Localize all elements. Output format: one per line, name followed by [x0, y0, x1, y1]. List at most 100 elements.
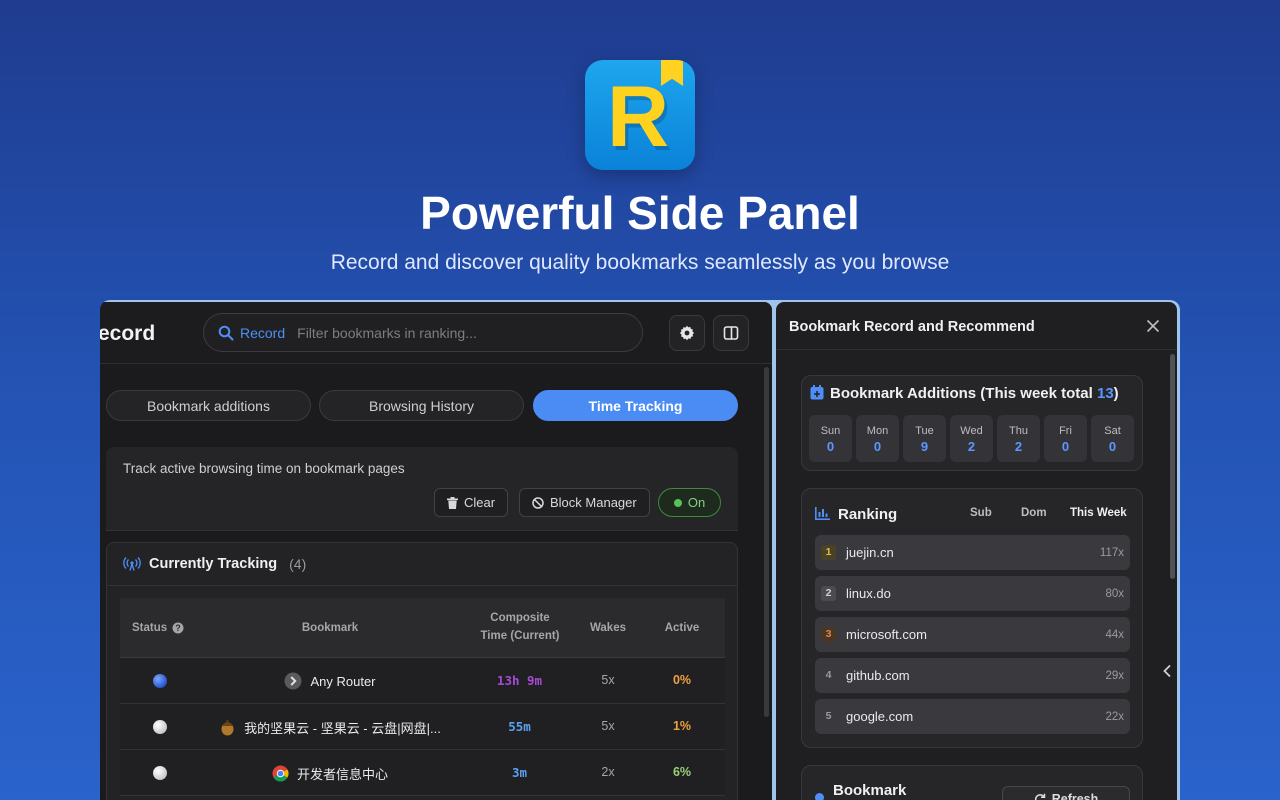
weekday-list: Sun 0 Mon 0 Tue 9 Wed 2 Thu 2 Fri 0 Sat 0	[809, 415, 1134, 462]
broadcast-icon	[123, 557, 141, 571]
day-sat: Sat 0	[1091, 415, 1134, 462]
ranking-count: 80x	[1105, 587, 1124, 600]
arrow-circle-icon	[284, 672, 302, 690]
additions-title: Bookmark Additions (This week total 13)	[830, 385, 1119, 402]
active-value: 0%	[672, 673, 692, 687]
ranking-count: 117x	[1099, 546, 1124, 559]
composite-time: 13h 9m	[496, 673, 543, 688]
side-panel-header: Bookmark Record and Recommend	[776, 302, 1177, 350]
day-fri: Fri 0	[1044, 415, 1087, 462]
search-icon	[218, 325, 234, 340]
refresh-icon	[1034, 793, 1045, 800]
tracking-description: Track active browsing time on bookmark p…	[123, 461, 405, 476]
ranking-item[interactable]: 3 microsoft.com 44x	[815, 617, 1130, 652]
ranking-tab-dom[interactable]: Dom	[1021, 507, 1047, 519]
clear-button[interactable]: Clear	[434, 488, 509, 517]
rank-badge: 1	[821, 545, 836, 560]
day-thu: Thu 2	[997, 415, 1040, 462]
status-active-dot	[153, 674, 167, 688]
chevron-left-icon[interactable]	[1162, 664, 1172, 678]
hero-title: Powerful Side Panel	[420, 187, 860, 239]
search-input[interactable]	[297, 324, 598, 341]
additions-total: 13	[1096, 385, 1114, 402]
screenshot-frame: ecord Record Filter bookmarks in ranking…	[100, 300, 1180, 800]
composite-time: 3m	[511, 765, 528, 780]
composite-time: 55m	[508, 719, 531, 734]
table-row[interactable]: 开发者信息中心 3m 2x 6%	[120, 750, 725, 796]
table-row[interactable]: Any Router 13h 9m 5x 0%	[120, 658, 725, 704]
rank-badge: 3	[821, 627, 836, 642]
main-scrollbar[interactable]	[764, 367, 769, 717]
settings-button[interactable]	[669, 315, 705, 351]
search-scope-label[interactable]: Record	[240, 325, 285, 341]
block-icon	[532, 496, 544, 509]
main-panel: ecord Record Filter bookmarks in ranking…	[100, 302, 772, 800]
ranking-domain: google.com	[846, 709, 914, 724]
ranking-tab-this-week[interactable]: This Week	[1070, 507, 1127, 519]
active-value: 6%	[672, 765, 692, 779]
bookmark-name[interactable]: Any Router	[310, 674, 375, 689]
bookmark-name[interactable]: 开发者信息中心	[297, 764, 388, 783]
calendar-plus-icon	[810, 385, 824, 400]
ranking-count: 44x	[1105, 628, 1124, 641]
block-manager-label: Block Manager	[550, 495, 637, 510]
tab-bookmark-additions[interactable]: Bookmark additions	[106, 390, 311, 421]
trash-icon	[447, 496, 458, 509]
search-box[interactable]: Record	[203, 313, 643, 352]
clear-label: Clear	[464, 495, 496, 510]
close-icon[interactable]	[1146, 319, 1160, 333]
day-mon: Mon 0	[856, 415, 899, 462]
ranking-title: Ranking	[838, 506, 898, 523]
side-panel-scrollbar[interactable]	[1170, 354, 1175, 579]
side-panel-title: Bookmark Record and Recommend	[789, 319, 1035, 335]
side-panel-toggle-button[interactable]	[713, 315, 749, 351]
tracking-controls: Track active browsing time on bookmark p…	[106, 447, 738, 531]
ranking-item[interactable]: 2 linux.do 80x	[815, 576, 1130, 611]
hero-subtitle: Record and discover quality bookmarks se…	[330, 251, 950, 274]
day-wed: Wed 2	[950, 415, 993, 462]
table-row[interactable]: 我的坚果云 - 坚果云 - 云盘|网盘|... 55m 5x 1%	[120, 704, 725, 750]
recommend-title: Bookmark	[833, 782, 907, 799]
status-idle-dot	[153, 720, 167, 734]
toggle-label: On	[687, 495, 706, 510]
ranking-tab-sub[interactable]: Sub	[970, 507, 992, 519]
tab-browsing-history[interactable]: Browsing History	[319, 390, 524, 421]
recommend-dot-icon	[815, 793, 824, 800]
ranking-item[interactable]: 5 google.com 22x	[815, 699, 1130, 734]
col-wakes: Wakes	[589, 622, 626, 634]
tracking-toggle[interactable]: On	[658, 488, 721, 517]
nut-icon	[221, 720, 234, 736]
wakes-value: 5x	[601, 673, 615, 687]
tracking-table: Status ? Bookmark Composite Time (Curren…	[120, 598, 725, 796]
app-icon: R	[585, 60, 695, 170]
help-icon[interactable]: ?	[172, 622, 184, 634]
gear-icon	[679, 325, 695, 341]
col-bookmark: Bookmark	[301, 622, 359, 634]
day-tue: Tue 9	[903, 415, 946, 462]
brand-name: ecord	[100, 322, 156, 345]
bookmark-name[interactable]: 我的坚果云 - 坚果云 - 云盘|网盘|...	[244, 718, 441, 737]
currently-tracking-title: Currently Tracking	[149, 556, 278, 572]
col-active: Active	[664, 622, 700, 634]
refresh-button[interactable]: Refresh	[1002, 786, 1130, 800]
currently-tracking-card: Currently Tracking (4) Status ? Bookmark	[106, 542, 738, 800]
block-manager-button[interactable]: Block Manager	[519, 488, 650, 517]
main-header: ecord Record	[100, 302, 772, 364]
chrome-icon	[272, 765, 289, 782]
table-header: Status ? Bookmark Composite Time (Curren…	[120, 598, 725, 658]
rank-badge: 2	[821, 586, 836, 601]
svg-text:?: ?	[175, 623, 181, 633]
ranking-item[interactable]: 1 juejin.cn 117x	[815, 535, 1130, 570]
status-idle-dot	[153, 766, 167, 780]
tab-time-tracking[interactable]: Time Tracking	[533, 390, 738, 421]
col-status: Status	[132, 622, 168, 634]
bar-chart-icon	[815, 507, 830, 520]
on-indicator-icon	[673, 498, 682, 507]
ranking-count: 29x	[1105, 669, 1124, 682]
rank-badge: 5	[825, 710, 832, 722]
ranking-count: 22x	[1105, 710, 1124, 723]
recommend-card: Bookmark Refresh	[801, 765, 1143, 800]
ranking-domain: linux.do	[846, 586, 891, 601]
ranking-item[interactable]: 4 github.com 29x	[815, 658, 1130, 693]
currently-tracking-count: (4)	[289, 556, 307, 572]
